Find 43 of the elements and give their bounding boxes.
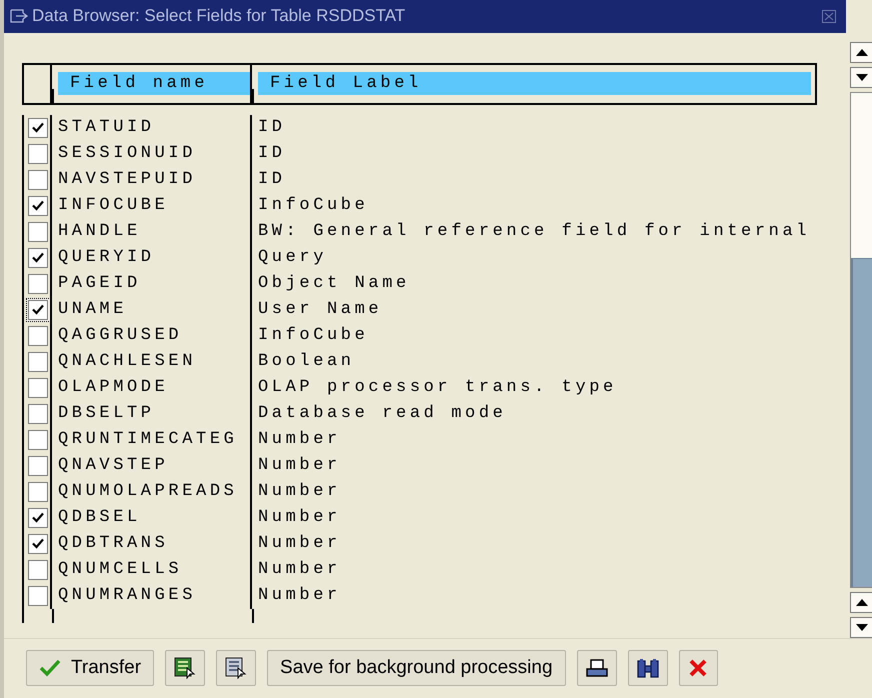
field-label: ID	[258, 144, 286, 164]
field-label: Number	[258, 560, 341, 580]
field-label: BW: General reference field for internal	[258, 222, 810, 242]
field-name: UNAME	[58, 300, 128, 320]
field-name: INFOCUBE	[58, 196, 168, 216]
field-label: Database read mode	[258, 404, 506, 424]
field-name: QNAVSTEP	[58, 456, 168, 476]
field-label: ID	[258, 170, 286, 190]
field-label: Boolean	[258, 352, 355, 372]
column-header[interactable]: Field Label	[258, 72, 811, 96]
field-name: STATUID	[58, 118, 155, 138]
field-label: InfoCube	[258, 196, 368, 216]
field-label: Number	[258, 586, 341, 606]
field-name: OLAPMODE	[58, 378, 168, 398]
field-label: OLAP processor trans. type	[258, 378, 617, 398]
field-name: QNUMCELLS	[58, 560, 182, 580]
transfer-button[interactable]: Transfer	[26, 650, 154, 686]
field-label: ID	[258, 118, 286, 138]
field-name: HANDLE	[58, 222, 141, 242]
field-name: QNACHLESEN	[58, 352, 196, 372]
window-title: Data Browser: Select Fields for Table RSDDSTAT	[32, 6, 406, 26]
field-label: User Name	[258, 300, 382, 320]
field-name: QDBTRANS	[58, 534, 168, 554]
field-label: Number	[258, 456, 341, 476]
field-name: QUERYID	[58, 248, 155, 268]
field-label: InfoCube	[258, 326, 368, 346]
field-name: QNUMOLAPREADS	[58, 482, 238, 502]
column-header[interactable]: Field name	[58, 72, 250, 96]
field-name: SESSIONUID	[58, 144, 196, 164]
field-name: NAVSTEPUID	[58, 170, 196, 190]
save-button[interactable]: Save for background processing	[267, 650, 566, 686]
field-label: Number	[258, 508, 341, 528]
field-label: Number	[258, 430, 341, 450]
field-label: Query	[258, 248, 328, 268]
field-name: QDBSEL	[58, 508, 141, 528]
field-name: QNUMRANGES	[58, 586, 196, 606]
field-label: Object Name	[258, 274, 410, 294]
field-label: Number	[258, 534, 341, 554]
field-name: QAGGRUSED	[58, 326, 182, 346]
field-name: DBSELTP	[58, 404, 155, 424]
field-label: Number	[258, 482, 341, 502]
field-name: QRUNTIMECATEG	[58, 430, 238, 450]
field-name: PAGEID	[58, 274, 141, 294]
